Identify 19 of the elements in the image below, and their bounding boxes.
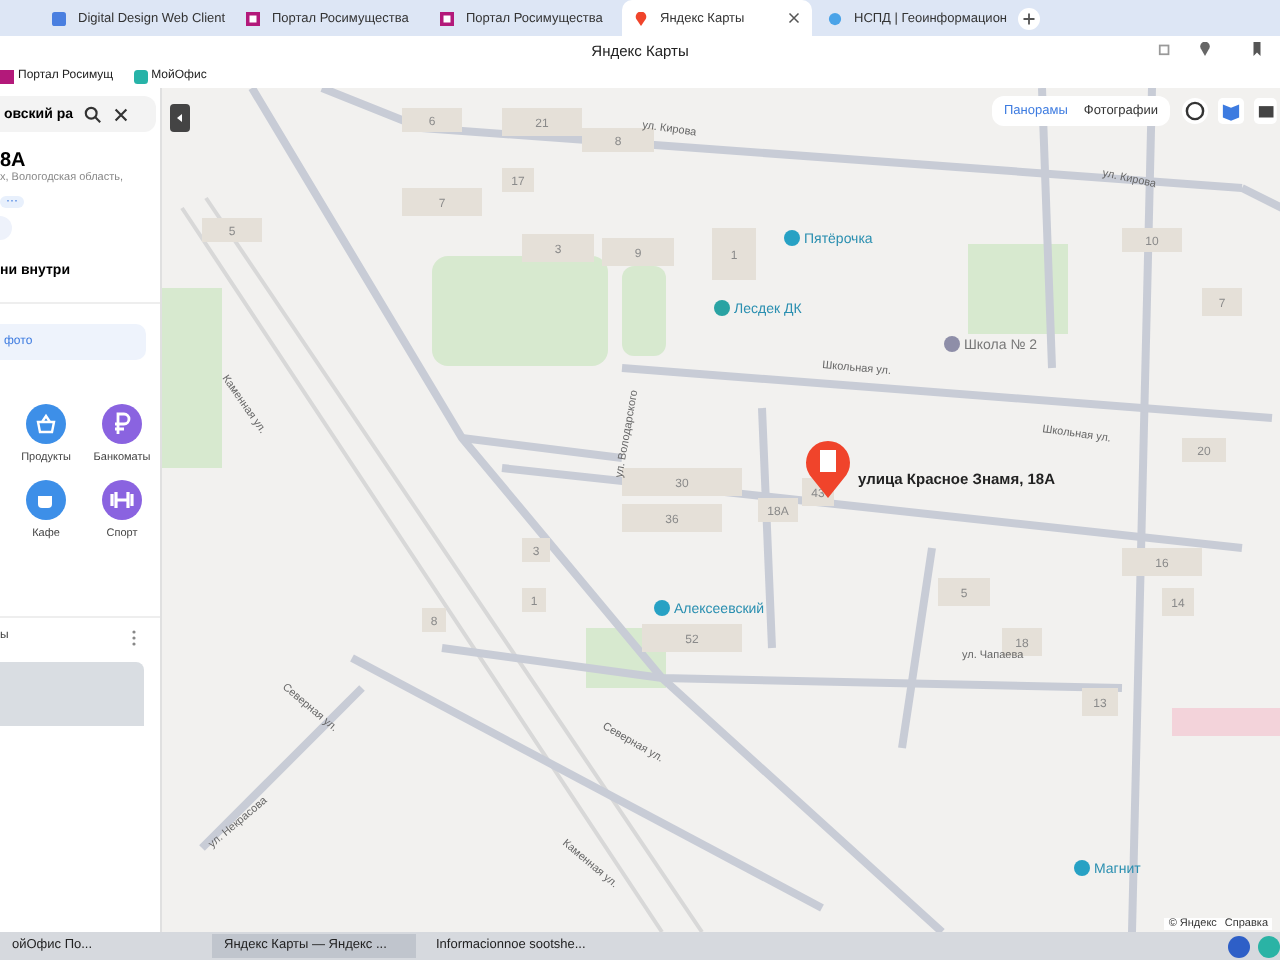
- flag-icon: [0, 69, 14, 83]
- map-marker-icon[interactable]: [806, 440, 850, 498]
- hospital-area: [1172, 708, 1280, 736]
- search-icon[interactable]: [83, 105, 102, 123]
- close-icon[interactable]: [788, 12, 800, 24]
- map-pin-icon: [634, 11, 648, 25]
- copy-icon[interactable]: [1158, 42, 1172, 56]
- flag-icon: [440, 11, 454, 25]
- place-title: 8А: [0, 150, 28, 172]
- collapse-button[interactable]: [170, 104, 190, 132]
- map-book-icon[interactable]: [1218, 98, 1244, 124]
- close-icon[interactable]: [111, 105, 130, 123]
- new-tab-icon[interactable]: [1018, 7, 1040, 29]
- bookmark-icon[interactable]: [1250, 42, 1264, 56]
- park-area: [622, 266, 666, 356]
- location-icon[interactable]: [1198, 42, 1212, 56]
- flag-icon: [246, 11, 260, 25]
- chevron-left-icon: [174, 112, 186, 124]
- park-area: [968, 244, 1068, 334]
